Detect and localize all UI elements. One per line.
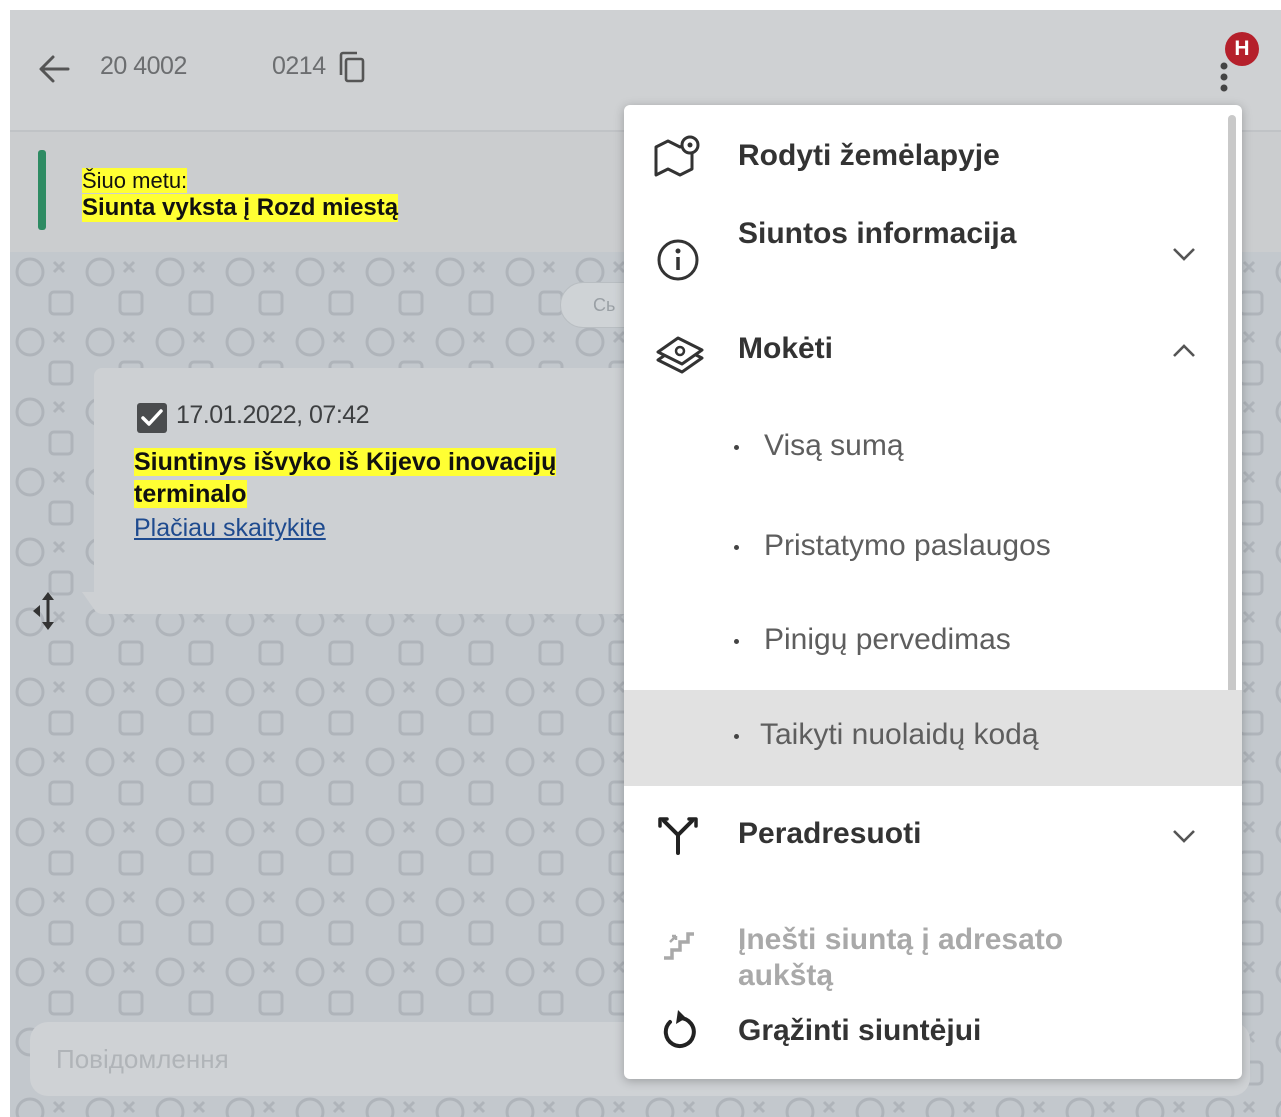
bullet: [734, 734, 739, 739]
chevron-down-icon[interactable]: [1170, 245, 1198, 263]
message-text: Siuntinys išvyko iš Kijevo inovacijų ter…: [134, 448, 557, 508]
move-arrows-icon[interactable]: [30, 588, 66, 634]
checkbox-checked-icon: [137, 403, 167, 433]
submenu-label: Visą sumą: [764, 429, 904, 462]
bullet: [734, 445, 739, 450]
message-date: 17.01.2022, 07:42: [176, 401, 370, 429]
avatar[interactable]: H: [1225, 32, 1259, 66]
menu-label: Siuntos informacija: [738, 217, 1017, 250]
menu-item-shipment-info[interactable]: Siuntos informacija: [624, 205, 1228, 320]
bullet: [734, 639, 739, 644]
submenu-label: Taikyti nuolaidų kodą: [760, 718, 1039, 751]
submenu-item-full-amount[interactable]: Visą sumą: [624, 401, 1242, 497]
chevron-up-icon[interactable]: [1170, 342, 1198, 360]
tracking-number-part: 20 4002: [100, 52, 187, 80]
menu-label: Mokėti: [738, 332, 834, 365]
menu-item-redirect[interactable]: Peradresuoti: [624, 795, 1228, 895]
submenu-label: Pristatymo paslaugos: [764, 529, 1051, 562]
stairs-icon: [664, 932, 694, 960]
menu-item-pay[interactable]: Mokėti: [624, 320, 1228, 410]
status-accent-line: [38, 150, 46, 230]
menu-item-carry-to-floor: Įnešti siuntą į adresato aukštą: [624, 910, 1228, 1000]
kebab-menu-icon[interactable]: [1218, 60, 1230, 94]
tracking-number-suffix: 0214: [272, 52, 326, 80]
menu-label: Grąžinti siuntėjui: [738, 1014, 982, 1047]
status-label: Šiuo metu:: [82, 168, 188, 193]
money-icon: [656, 336, 704, 374]
redirect-icon: [658, 817, 698, 855]
submenu-item-money-transfer[interactable]: Pinigų pervedimas: [624, 595, 1242, 691]
menu-label: Įnešti siuntą į adresato aukštą: [738, 923, 1064, 992]
status-value: Siunta vyksta į Rozd miestą: [82, 194, 399, 222]
submenu-item-delivery-services[interactable]: Pristatymo paslaugos: [624, 501, 1242, 597]
return-icon: [663, 1010, 696, 1048]
menu-label: Rodyti žemėlapyje: [738, 139, 1000, 172]
map-pin-icon: [654, 135, 700, 177]
message-card: 17.01.2022, 07:42 Siuntinys išvyko iš Ki…: [94, 368, 654, 614]
read-more-link[interactable]: Plačiau skaitykite: [134, 514, 326, 543]
message-tail: [82, 592, 96, 612]
info-icon: [657, 239, 699, 281]
back-arrow-icon[interactable]: [38, 54, 70, 84]
menu-label: Peradresuoti: [738, 817, 922, 850]
copy-icon[interactable]: [337, 50, 367, 84]
submenu-item-apply-discount-code[interactable]: Taikyti nuolaidų kodą: [624, 690, 1242, 786]
actions-menu: Rodyti žemėlapyje Siuntos informacija Mo…: [624, 105, 1242, 1079]
bullet: [734, 545, 739, 550]
chevron-down-icon[interactable]: [1170, 827, 1198, 845]
menu-item-return-to-sender[interactable]: Grąžinti siuntėjui: [624, 1000, 1228, 1070]
submenu-label: Pinigų pervedimas: [764, 623, 1011, 656]
